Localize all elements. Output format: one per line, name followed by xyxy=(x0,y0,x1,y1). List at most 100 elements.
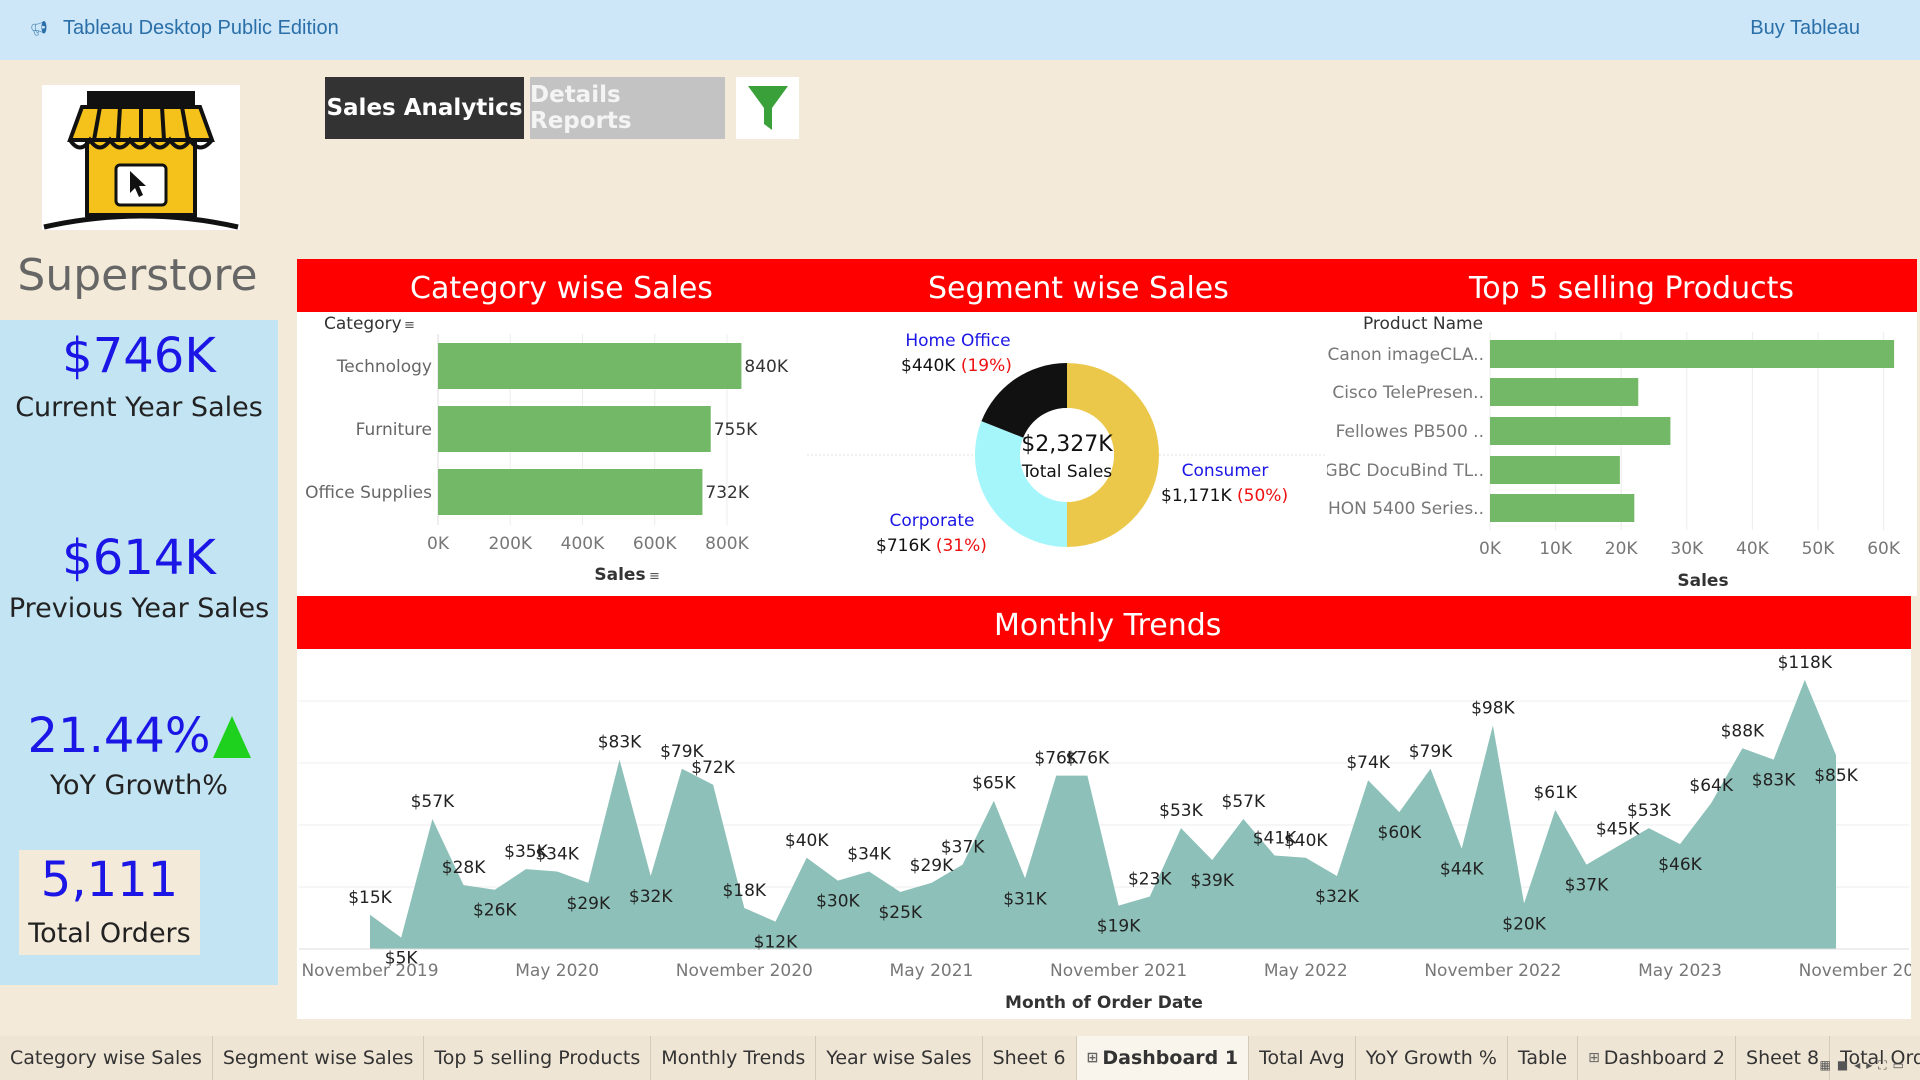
up-triangle-icon xyxy=(212,716,251,758)
sheet-tab-bar: Category wise Sales Segment wise Sales Top… xyxy=(0,1036,1920,1080)
details-reports-button[interactable]: Details Reports xyxy=(530,77,725,139)
kpi-panel: $746K Current Year Sales $614K Previous … xyxy=(0,320,278,985)
store-logo xyxy=(42,85,240,230)
scroll-right-icon[interactable]: ▸ xyxy=(1866,1058,1878,1072)
grid-view-icon[interactable]: ▦ xyxy=(1820,1058,1837,1072)
segment-value-label: $1,171K (50%) xyxy=(1161,486,1288,506)
segment-donut-chart: $2,327K Total Sales Consumer $1,171K (50%) C… xyxy=(807,331,1327,556)
category-row-header: Category xyxy=(324,314,402,334)
monthly-data-label: $26K xyxy=(473,901,517,921)
top5-bar[interactable] xyxy=(1490,494,1635,522)
category-value-label: 755K xyxy=(714,420,758,440)
sheet-tab[interactable]: Top 5 selling Products xyxy=(424,1036,652,1080)
category-bar[interactable] xyxy=(438,469,703,515)
fit-icon[interactable]: ⛶ xyxy=(1878,1058,1892,1072)
top5-bar[interactable] xyxy=(1490,417,1671,445)
sort-icon[interactable]: ≡ xyxy=(404,318,415,333)
top5-bar[interactable] xyxy=(1490,340,1895,368)
monthly-data-label: $76K xyxy=(1066,749,1110,769)
category-bar[interactable] xyxy=(438,406,711,452)
monthly-data-label: $45K xyxy=(1596,819,1640,839)
monthly-x-tick: November 2022 xyxy=(1424,961,1561,981)
previous-year-sales-value: $614K xyxy=(62,530,216,586)
filter-button[interactable] xyxy=(736,77,799,139)
monthly-data-label: $98K xyxy=(1471,698,1515,718)
segment-name-label: Home Office xyxy=(905,331,1010,351)
presentation-icon[interactable]: ▭ xyxy=(1893,1058,1910,1072)
sheet-tab[interactable]: Total Avg xyxy=(1249,1036,1356,1080)
sheet-tab[interactable]: Year wise Sales xyxy=(816,1036,983,1080)
sheet-tab[interactable]: Segment wise Sales xyxy=(213,1036,425,1080)
monthly-data-label: $40K xyxy=(1284,831,1328,851)
monthly-x-tick: May 2021 xyxy=(890,961,974,981)
sheet-tab-label: YoY Growth % xyxy=(1365,1047,1497,1069)
top5-product-label: GBC DocuBind TL.. xyxy=(1327,461,1484,481)
yoy-growth-row: 21.44% xyxy=(0,708,278,764)
category-bar[interactable] xyxy=(438,343,742,389)
sheet-tab-label: Segment wise Sales xyxy=(222,1047,414,1069)
monthly-data-label: $31K xyxy=(1003,889,1047,909)
sales-analytics-button[interactable]: Sales Analytics xyxy=(325,77,524,139)
filmstrip-icon[interactable]: ■ xyxy=(1837,1058,1854,1072)
sheet-tab[interactable]: ⊞ Dashboard 2 xyxy=(1578,1036,1737,1080)
top5-x-tick: 0K xyxy=(1479,539,1502,559)
monthly-data-label: $65K xyxy=(972,774,1016,794)
total-orders-card: 5,111 Total Orders xyxy=(19,850,200,955)
category-value-label: 732K xyxy=(705,483,749,503)
top5-x-tick: 50K xyxy=(1802,539,1836,559)
sheet-tab[interactable]: YoY Growth % xyxy=(1356,1036,1508,1080)
segment-name-label: Consumer xyxy=(1182,461,1269,481)
scroll-left-icon[interactable]: ◂ xyxy=(1854,1058,1866,1072)
monthly-data-label: $83K xyxy=(598,733,642,753)
monthly-x-tick: May 2022 xyxy=(1264,961,1348,981)
sort-icon[interactable]: ≡ xyxy=(649,569,660,584)
monthly-data-label: $12K xyxy=(754,933,798,953)
top5-x-tick: 60K xyxy=(1867,539,1901,559)
monthly-data-label: $34K xyxy=(847,844,891,864)
current-year-sales-value: $746K xyxy=(62,328,216,384)
sheet-tab[interactable]: ⊞ Dashboard 1 xyxy=(1076,1036,1250,1080)
top5-product-label: Cisco TelePresen.. xyxy=(1332,383,1484,403)
sheet-tab[interactable]: Sheet 6 xyxy=(983,1036,1077,1080)
top5-bar[interactable] xyxy=(1490,378,1639,406)
sheet-tab[interactable]: Table xyxy=(1508,1036,1579,1080)
current-year-sales-label: Current Year Sales xyxy=(15,392,263,423)
segment-amount: $716K xyxy=(876,536,936,556)
monthly-data-label: $64K xyxy=(1689,776,1733,796)
monthly-x-axis-title: Month of Order Date xyxy=(1005,993,1203,1013)
category-label: Technology xyxy=(336,357,432,377)
buy-tableau-link[interactable]: Buy Tableau xyxy=(1750,17,1860,40)
top5-bar-chart: 0K 10K 20K 30K 40K 50K 60K Product Name Canon im… xyxy=(1327,314,1901,591)
monthly-data-label: $15K xyxy=(348,888,392,908)
top5-x-tick: 20K xyxy=(1605,539,1639,559)
monthly-data-label: $29K xyxy=(910,856,954,876)
category-value-label: 840K xyxy=(744,357,788,377)
sheet-tab[interactable]: Sheet 8 xyxy=(1736,1036,1831,1080)
dashboard-icon: ⊞ xyxy=(1588,1050,1600,1066)
monthly-data-label: $60K xyxy=(1378,823,1422,843)
segment-amount: $1,171K xyxy=(1161,486,1237,506)
monthly-data-label: $83K xyxy=(1752,771,1796,791)
yoy-growth-value: 21.44% xyxy=(27,708,211,764)
monthly-data-label: $72K xyxy=(691,758,735,778)
sheet-tab[interactable]: Category wise Sales xyxy=(0,1036,213,1080)
monthly-data-label: $79K xyxy=(1409,742,1453,762)
top-section-header: Category wise Sales Segment wise Sales T… xyxy=(297,259,1917,312)
monthly-data-label: $20K xyxy=(1502,914,1546,934)
donut-center-value: $2,327K xyxy=(1021,432,1113,457)
top5-row-header: Product Name xyxy=(1363,314,1483,334)
monthly-data-label: $37K xyxy=(941,838,985,858)
monthly-x-tick: May 2020 xyxy=(515,961,599,981)
monthly-data-label: $74K xyxy=(1346,753,1390,773)
monthly-data-label: $32K xyxy=(629,887,673,907)
total-orders-value: 5,111 xyxy=(40,852,179,908)
app-title: Tableau Desktop Public Edition xyxy=(63,17,339,39)
monthly-data-label: $32K xyxy=(1315,887,1359,907)
dashboard-icon: ⊞ xyxy=(1086,1050,1099,1066)
top5-bar[interactable] xyxy=(1490,456,1620,484)
monthly-data-label: $18K xyxy=(722,881,766,901)
monthly-data-label: $37K xyxy=(1565,876,1609,896)
sheet-tab[interactable]: Monthly Trends xyxy=(651,1036,817,1080)
sheet-tab-label: Dashboard 1 xyxy=(1102,1047,1239,1069)
category-label: Furniture xyxy=(356,420,432,440)
